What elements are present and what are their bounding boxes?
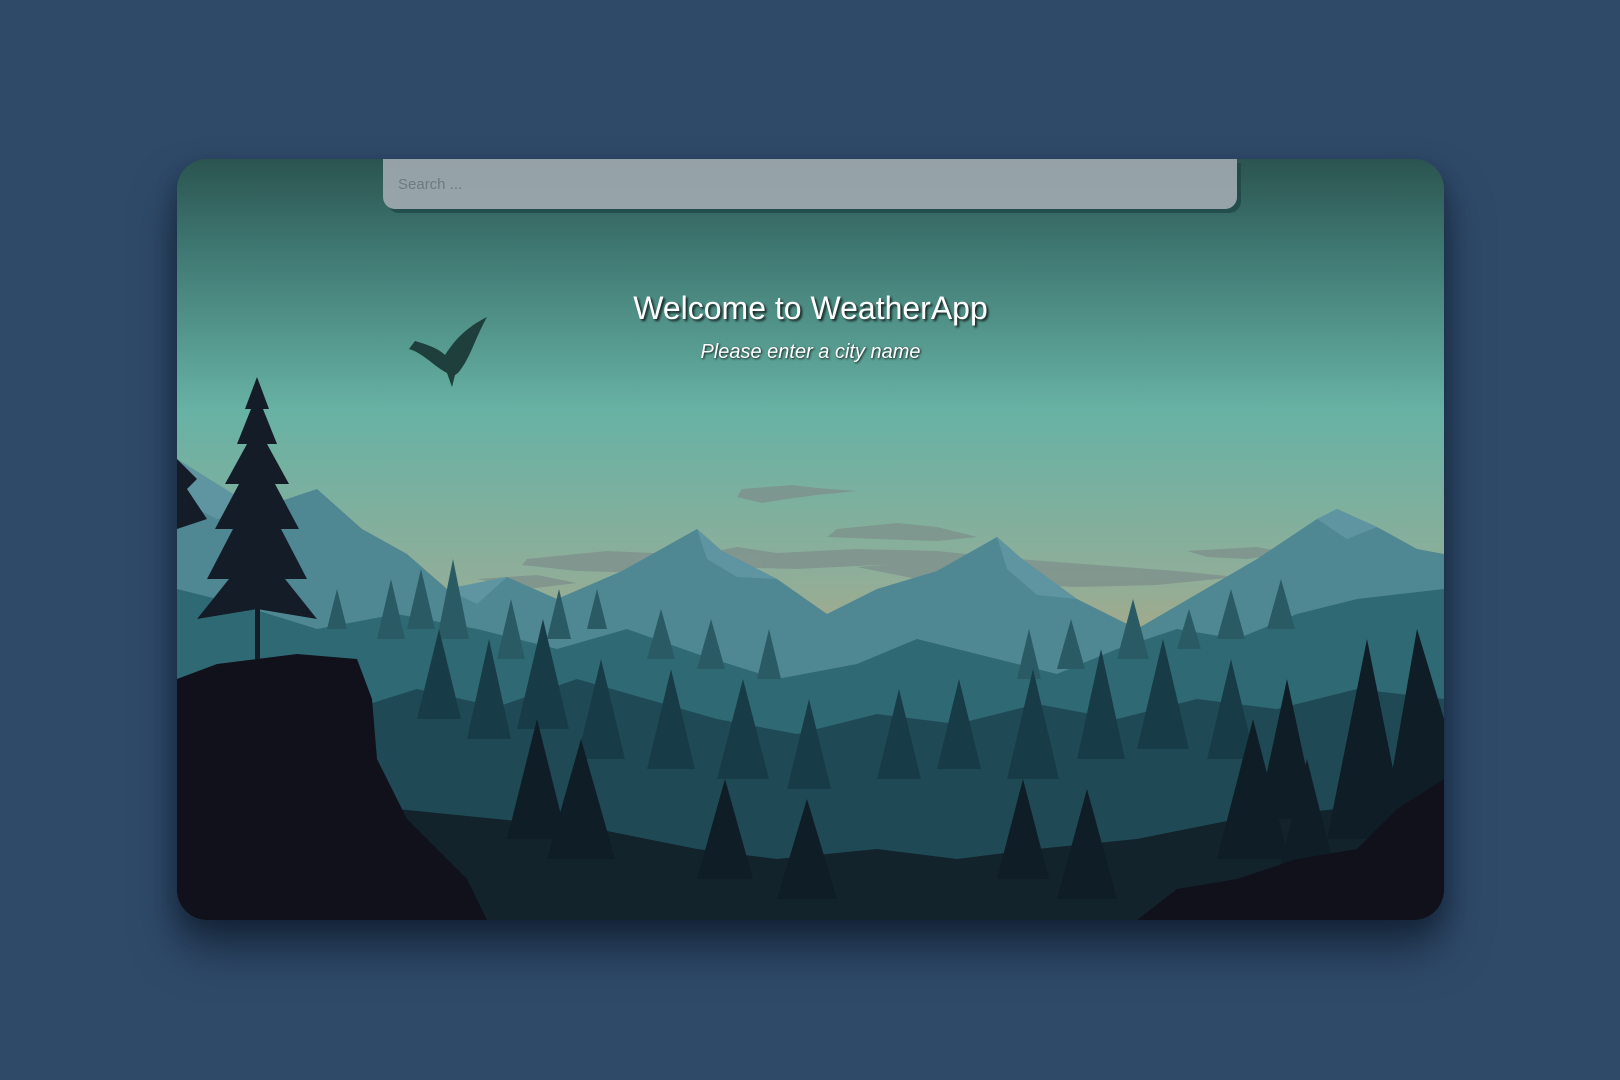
background-landscape (177, 159, 1444, 920)
welcome-title: Welcome to WeatherApp (633, 290, 988, 326)
welcome-subtitle: Please enter a city name (700, 341, 921, 363)
search-input[interactable] (383, 159, 1237, 209)
weather-app-card: Welcome to WeatherApp Please enter a cit… (177, 159, 1444, 920)
search-bar[interactable] (383, 159, 1237, 209)
